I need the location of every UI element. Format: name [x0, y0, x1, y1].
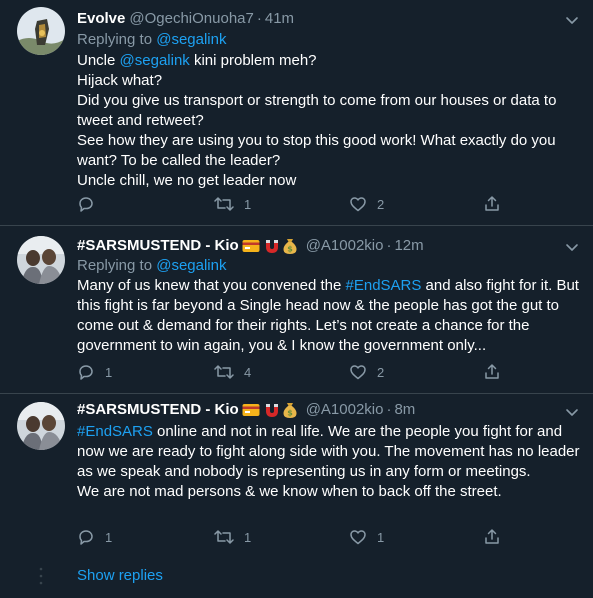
share-button[interactable] — [483, 194, 501, 214]
retweet-button[interactable]: 1 — [214, 527, 251, 547]
mention-link[interactable]: @segalink — [156, 257, 226, 274]
tweet-text-segment: Uncle — [77, 52, 120, 69]
reply-icon — [79, 365, 93, 380]
magnet-emoji — [263, 402, 279, 418]
tweet-text: Many of us knew that you convened the #E… — [77, 276, 582, 356]
tweet-text-line: Uncle chill, we no get leader now — [77, 172, 297, 189]
retweet-icon — [214, 365, 234, 379]
tweet[interactable]: Evolve @OgechiOnuoha7 · 41m Replying to … — [0, 0, 593, 225]
reply-count: 1 — [105, 364, 113, 380]
timestamp[interactable]: 12m — [394, 236, 423, 256]
like-count: 2 — [377, 196, 385, 212]
retweet-button[interactable]: 1 — [214, 194, 251, 214]
retweet-count: 1 — [244, 529, 252, 545]
avatar-image — [17, 7, 65, 55]
like-icon — [350, 365, 366, 380]
display-name[interactable]: #SARSMUSTEND - Kio — [77, 400, 239, 420]
magnet-emoji — [263, 238, 279, 254]
tweet-actions: 1 1 1 — [77, 527, 507, 547]
like-button[interactable]: 2 — [349, 362, 384, 382]
tweet-text: #EndSARS online and not in real life. We… — [77, 422, 582, 502]
share-button[interactable] — [483, 362, 501, 382]
reply-icon — [79, 197, 93, 212]
avatar[interactable] — [17, 402, 65, 450]
chevron-down-icon[interactable] — [563, 403, 581, 421]
user-handle[interactable]: @A1002kio — [306, 236, 384, 256]
reply-count: 1 — [105, 529, 113, 545]
reply-icon — [79, 530, 93, 545]
retweet-button[interactable]: 4 — [214, 362, 251, 382]
money-bag-emoji: $ — [282, 238, 298, 255]
replying-to: Replying to @segalink — [77, 30, 226, 50]
share-icon — [485, 196, 499, 211]
mention-link[interactable]: @segalink — [120, 52, 190, 69]
like-button[interactable]: 2 — [349, 194, 384, 214]
tweet-actions: 1 4 2 — [77, 362, 507, 382]
reply-button[interactable] — [77, 194, 105, 214]
chevron-down-icon[interactable] — [563, 238, 581, 256]
like-button[interactable]: 1 — [349, 527, 384, 547]
tweet-text: Uncle @segalink kini problem meh? Hijack… — [77, 51, 582, 191]
reply-button[interactable]: 1 — [77, 527, 112, 547]
tweet-text-line: Hijack what? — [77, 72, 163, 89]
tweet-text-line: See how they are using you to stop this … — [77, 132, 556, 169]
retweet-count: 1 — [244, 196, 252, 212]
timestamp[interactable]: 41m — [265, 9, 294, 29]
like-icon — [350, 197, 366, 212]
share-icon — [485, 529, 499, 544]
svg-text:$: $ — [287, 244, 293, 253]
hashtag-link[interactable]: #EndSARS — [77, 423, 153, 440]
display-name[interactable]: Evolve — [77, 9, 125, 29]
like-count: 1 — [377, 529, 385, 545]
separator-dot: · — [386, 237, 392, 254]
timestamp[interactable]: 8m — [394, 400, 415, 420]
like-icon — [350, 530, 366, 545]
credit-card-emoji — [242, 403, 260, 417]
mention-link[interactable]: @segalink — [156, 31, 226, 48]
avatar[interactable] — [17, 7, 65, 55]
retweet-icon — [214, 530, 234, 544]
display-name[interactable]: #SARSMUSTEND - Kio — [77, 236, 239, 256]
retweet-count: 4 — [244, 364, 252, 380]
reply-button[interactable]: 1 — [77, 362, 112, 382]
tweet-text-line: Did you give us transport or strength to… — [77, 92, 557, 129]
hashtag-link[interactable]: #EndSARS — [346, 277, 422, 294]
tweet-actions: 1 2 — [77, 194, 507, 214]
avatar-image — [17, 402, 65, 450]
user-handle[interactable]: @A1002kio — [306, 400, 384, 420]
replying-to: Replying to @segalink — [77, 256, 226, 276]
separator-dot: · — [386, 401, 392, 418]
chevron-down-icon[interactable] — [563, 11, 581, 29]
retweet-icon — [214, 197, 234, 211]
tweet-text-segment: kini problem meh? — [189, 52, 317, 69]
like-count: 2 — [377, 364, 385, 380]
replying-to-label: Replying to — [77, 257, 153, 274]
credit-card-emoji — [242, 239, 260, 253]
avatar[interactable] — [17, 236, 65, 284]
replying-to-label: Replying to — [77, 31, 153, 48]
separator-dot: · — [256, 10, 262, 27]
avatar-image — [17, 236, 65, 284]
svg-text:$: $ — [287, 408, 293, 417]
tweet[interactable]: #SARSMUSTEND - Kio $ @A1002kio · 8m #End… — [0, 394, 593, 554]
money-bag-emoji: $ — [282, 402, 298, 419]
tweet-text-segment: online and not in real life. We are the … — [77, 423, 580, 480]
tweet-text-segment: Many of us knew that you convened the — [77, 277, 346, 294]
tweet-text-line: We are not mad persons & we know when to… — [77, 483, 502, 500]
share-button[interactable] — [483, 527, 501, 547]
show-replies-link[interactable]: Show replies — [77, 566, 163, 586]
thread-ellipsis-icon — [39, 567, 43, 585]
tweet[interactable]: #SARSMUSTEND - Kio $ @A1002kio · 12m Rep… — [0, 226, 593, 396]
share-icon — [485, 364, 499, 379]
user-handle[interactable]: @OgechiOnuoha7 — [129, 9, 253, 29]
